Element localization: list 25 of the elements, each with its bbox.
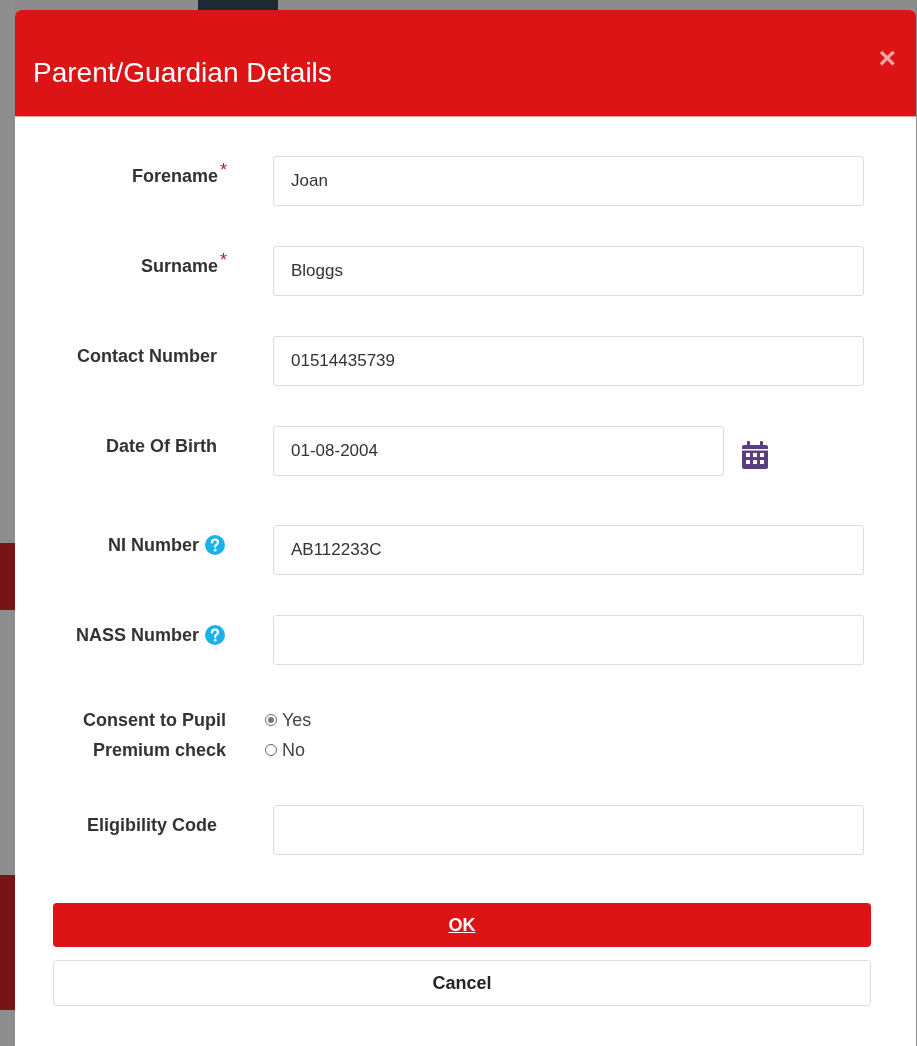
field-label: Eligibility Code bbox=[87, 814, 217, 837]
field-label: NASS Number bbox=[75, 624, 199, 647]
field-label: Forename bbox=[131, 165, 218, 188]
help-icon[interactable] bbox=[205, 535, 225, 555]
cancel-button[interactable]: Cancel bbox=[53, 960, 871, 1006]
radio-option[interactable]: Yes bbox=[265, 705, 312, 735]
text-field[interactable]: Joan bbox=[273, 156, 864, 206]
ok-button[interactable]: OK bbox=[53, 903, 871, 947]
radio-option[interactable]: No bbox=[265, 735, 312, 765]
dialog-title: Parent/Guardian Details bbox=[33, 56, 332, 89]
field-label: Surname bbox=[140, 255, 218, 278]
text-field[interactable] bbox=[273, 805, 864, 855]
required-mark: * bbox=[220, 161, 227, 179]
text-field[interactable]: AB112233C bbox=[273, 525, 864, 575]
date-field[interactable]: 01-08-2004 bbox=[273, 426, 724, 476]
text-field[interactable]: Bloggs bbox=[273, 246, 864, 296]
text-field[interactable] bbox=[273, 615, 864, 665]
required-mark: * bbox=[220, 251, 227, 269]
help-icon[interactable] bbox=[205, 625, 225, 645]
field-label: NI Number bbox=[108, 534, 199, 557]
field-label: Contact Number bbox=[77, 345, 217, 368]
calendar-icon[interactable] bbox=[742, 440, 768, 470]
field-label: Date Of Birth bbox=[106, 435, 217, 458]
text-field[interactable]: 01514435739 bbox=[273, 336, 864, 386]
field-label: Consent to Pupil Premium check bbox=[82, 709, 226, 762]
